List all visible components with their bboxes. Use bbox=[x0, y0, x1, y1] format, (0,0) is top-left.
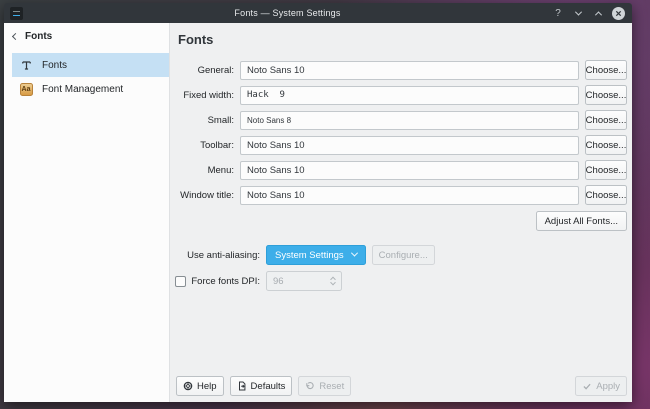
small-font-field[interactable]: Noto Sans 8 bbox=[240, 111, 579, 130]
menu-choose-button[interactable]: Choose... bbox=[585, 160, 627, 180]
minimize-button[interactable] bbox=[570, 5, 586, 21]
spinbox-arrows-icon[interactable] bbox=[331, 276, 335, 286]
sidebar-item-label: Fonts bbox=[42, 60, 67, 71]
fixed-width-label: Fixed width: bbox=[176, 90, 234, 101]
general-label: General: bbox=[176, 65, 234, 76]
configure-button[interactable]: Configure... bbox=[372, 245, 435, 265]
antialiasing-block: Use anti-aliasing: System Settings Confi… bbox=[176, 245, 627, 291]
sidebar-item-font-management[interactable]: Aa Font Management bbox=[12, 77, 169, 101]
window-title-font-field[interactable]: Noto Sans 10 bbox=[240, 186, 579, 205]
button-bar: Help Defaults bbox=[176, 371, 627, 402]
help-titlebar-button[interactable]: ? bbox=[550, 5, 566, 21]
toolbar-font-field[interactable]: Noto Sans 10 bbox=[240, 136, 579, 155]
system-settings-window: Fonts — System Settings ? Fonts bbox=[4, 3, 632, 402]
force-dpi-label: Force fonts DPI: bbox=[191, 276, 260, 287]
close-button[interactable] bbox=[610, 5, 626, 21]
toolbar-label: Toolbar: bbox=[176, 140, 234, 151]
toolbar-choose-button[interactable]: Choose... bbox=[585, 135, 627, 155]
defaults-button[interactable]: Defaults bbox=[230, 376, 293, 396]
font-settings-form: General: Noto Sans 10 Choose... Fixed wi… bbox=[176, 60, 627, 205]
close-icon bbox=[612, 7, 625, 20]
general-font-field[interactable]: Noto Sans 10 bbox=[240, 61, 579, 80]
window-title-choose-button[interactable]: Choose... bbox=[585, 185, 627, 205]
menu-label: Menu: bbox=[176, 165, 234, 176]
help-icon bbox=[183, 381, 193, 391]
small-choose-button[interactable]: Choose... bbox=[585, 110, 627, 130]
fixed-width-choose-button[interactable]: Choose... bbox=[585, 85, 627, 105]
dpi-spinbox[interactable]: 96 bbox=[266, 271, 342, 291]
small-label: Small: bbox=[176, 115, 234, 126]
sidebar-title: Fonts bbox=[25, 31, 52, 42]
adjust-all-fonts-button[interactable]: Adjust All Fonts... bbox=[536, 211, 627, 231]
antialiasing-dropdown[interactable]: System Settings bbox=[266, 245, 366, 265]
help-button[interactable]: Help bbox=[176, 376, 224, 396]
sidebar-item-fonts[interactable]: Fonts bbox=[12, 53, 169, 77]
maximize-button[interactable] bbox=[590, 5, 606, 21]
sidebar-item-label: Font Management bbox=[42, 84, 123, 95]
dpi-value: 96 bbox=[273, 276, 331, 287]
window-title: Fonts — System Settings bbox=[29, 8, 546, 18]
fonts-panel: Fonts General: Noto Sans 10 Choose... Fi… bbox=[170, 23, 632, 402]
sidebar: Fonts Fonts Aa Font Management bbox=[4, 23, 170, 402]
general-choose-button[interactable]: Choose... bbox=[585, 60, 627, 80]
sidebar-back[interactable]: Fonts bbox=[4, 23, 169, 49]
antialiasing-selected-value: System Settings bbox=[275, 250, 344, 261]
fonts-icon bbox=[19, 58, 33, 72]
titlebar[interactable]: Fonts — System Settings ? bbox=[4, 3, 632, 23]
chevron-down-icon bbox=[574, 8, 581, 15]
apply-button[interactable]: Apply bbox=[575, 376, 627, 396]
check-icon bbox=[582, 381, 592, 391]
app-icon bbox=[10, 7, 23, 20]
page-title: Fonts bbox=[178, 32, 627, 47]
fixed-width-font-field[interactable]: Hack 9 bbox=[240, 86, 579, 105]
defaults-icon bbox=[237, 381, 247, 391]
font-management-icon: Aa bbox=[19, 82, 33, 96]
force-dpi-checkbox[interactable] bbox=[175, 276, 186, 287]
chevron-up-icon bbox=[594, 11, 601, 18]
reset-button[interactable]: Reset bbox=[298, 376, 351, 396]
chevron-down-icon bbox=[351, 249, 358, 256]
sidebar-list: Fonts Aa Font Management bbox=[4, 49, 169, 101]
back-chevron-icon bbox=[12, 32, 19, 39]
antialiasing-label: Use anti-aliasing: bbox=[176, 250, 260, 261]
reset-icon bbox=[305, 381, 315, 391]
window-title-label: Window title: bbox=[176, 190, 234, 201]
menu-font-field[interactable]: Noto Sans 10 bbox=[240, 161, 579, 180]
